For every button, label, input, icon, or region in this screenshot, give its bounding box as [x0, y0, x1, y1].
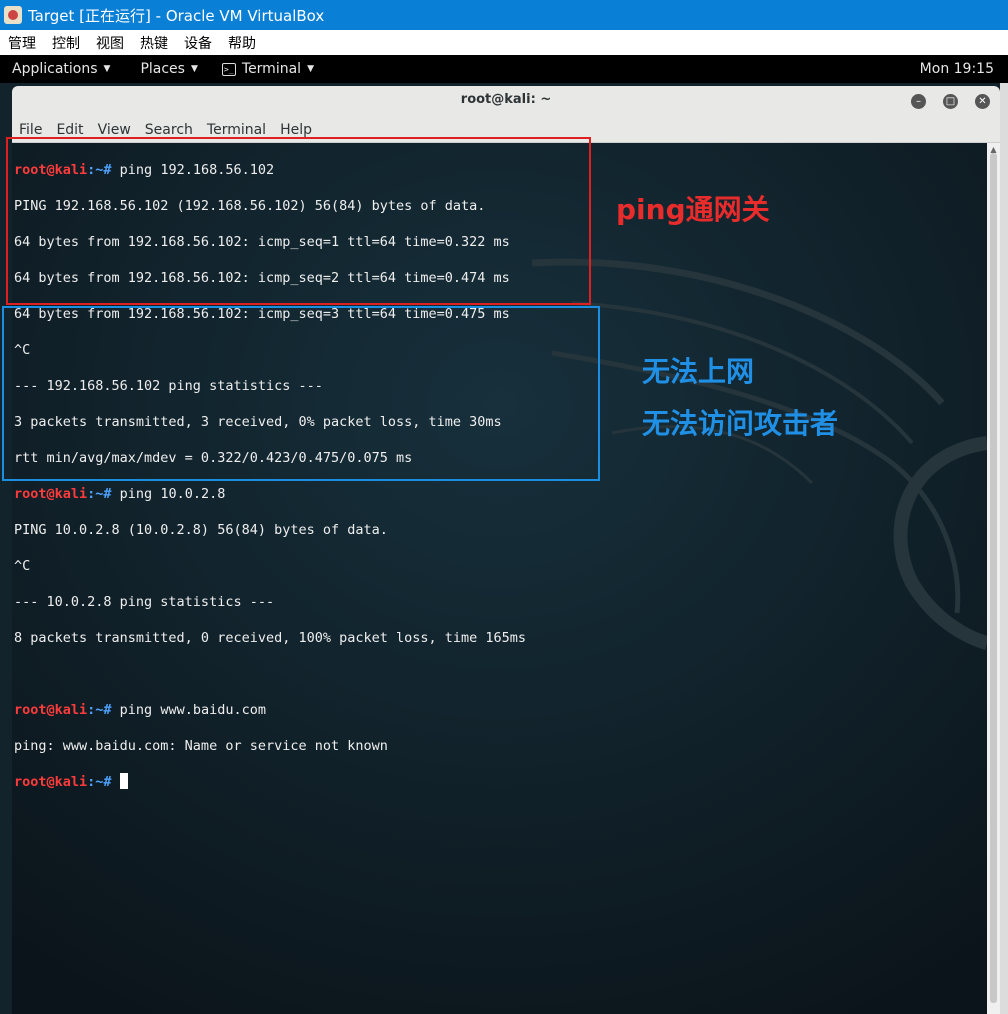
virtualbox-menubar: 管理 控制 视图 热键 设备 帮助	[0, 30, 1008, 55]
annotation-box-blue	[2, 306, 600, 481]
output-line: --- 10.0.2.8 ping statistics ---	[14, 594, 275, 610]
applications-label: Applications	[12, 61, 98, 77]
virtualbox-window-title: Target [正在运行] - Oracle VM VirtualBox	[28, 6, 325, 25]
scrollbar-thumb[interactable]	[990, 153, 997, 1003]
prompt-path: :~#	[87, 702, 112, 718]
text-cursor	[119, 773, 128, 789]
annotation-box-red	[6, 137, 591, 305]
prompt-path: :~#	[87, 486, 112, 502]
minimize-icon[interactable]: –	[911, 94, 926, 109]
command-text: ping www.baidu.com	[111, 702, 266, 718]
terminal-icon: >_	[221, 62, 236, 76]
vbox-menu-devices[interactable]: 设备	[176, 33, 220, 53]
output-line: ^C	[14, 558, 31, 574]
command-text: ping 10.0.2.8	[111, 486, 226, 502]
vbox-menu-help[interactable]: 帮助	[220, 33, 264, 53]
panel-clock[interactable]: Mon 19:15	[920, 55, 994, 83]
vbox-menu-manage[interactable]: 管理	[0, 33, 44, 53]
output-line: 8 packets transmitted, 0 received, 100% …	[14, 630, 527, 646]
close-icon[interactable]: ✕	[975, 94, 990, 109]
prompt-path: :~#	[87, 774, 112, 790]
output-line: ping: www.baidu.com: Name or service not…	[14, 738, 388, 754]
virtualbox-title-bar: Target [正在运行] - Oracle VM VirtualBox	[0, 0, 1008, 30]
virtualbox-app-icon	[4, 6, 22, 24]
annotation-no-attacker-access: 无法访问攻击者	[642, 407, 839, 440]
prompt-line: root@kali:~# ping 10.0.2.8	[14, 485, 526, 503]
prompt-line: root@kali:~# ping www.baidu.com	[14, 701, 526, 719]
terminal-headerbar: root@kali: ~ – □ ✕ File Edit View Search…	[12, 86, 1000, 143]
applications-menu[interactable]: Applications ▼	[0, 61, 122, 77]
chevron-down-icon: ▼	[307, 64, 314, 74]
prompt-user: root@kali	[14, 486, 88, 502]
terminal-app-label: Terminal	[241, 61, 302, 77]
annotation-no-internet: 无法上网	[642, 355, 755, 388]
vbox-menu-control[interactable]: 控制	[44, 33, 88, 53]
terminal-window-title: root@kali: ~	[460, 92, 552, 107]
terminal-app-menu[interactable]: >_ Terminal ▼	[210, 61, 326, 77]
vbox-menu-hotkeys[interactable]: 热键	[132, 33, 176, 53]
places-menu[interactable]: Places ▼	[128, 61, 209, 77]
chevron-down-icon: ▼	[103, 64, 111, 74]
vm-screen-edge	[1000, 83, 1008, 1014]
chevron-down-icon: ▼	[190, 64, 198, 74]
places-label: Places	[140, 61, 185, 77]
prompt-line: root@kali:~#	[14, 773, 526, 791]
gnome-top-panel: Applications ▼ Places ▼ >_ Terminal ▼ Mo…	[0, 55, 1008, 83]
vbox-menu-view[interactable]: 视图	[88, 33, 132, 53]
prompt-user: root@kali	[14, 702, 88, 718]
prompt-user: root@kali	[14, 774, 88, 790]
maximize-icon[interactable]: □	[943, 94, 958, 109]
annotation-gateway-reachable: ping通网关	[616, 193, 770, 226]
terminal-scrollbar[interactable]: ▲	[987, 143, 1000, 1014]
output-line: PING 10.0.2.8 (10.0.2.8) 56(84) bytes of…	[14, 522, 388, 538]
